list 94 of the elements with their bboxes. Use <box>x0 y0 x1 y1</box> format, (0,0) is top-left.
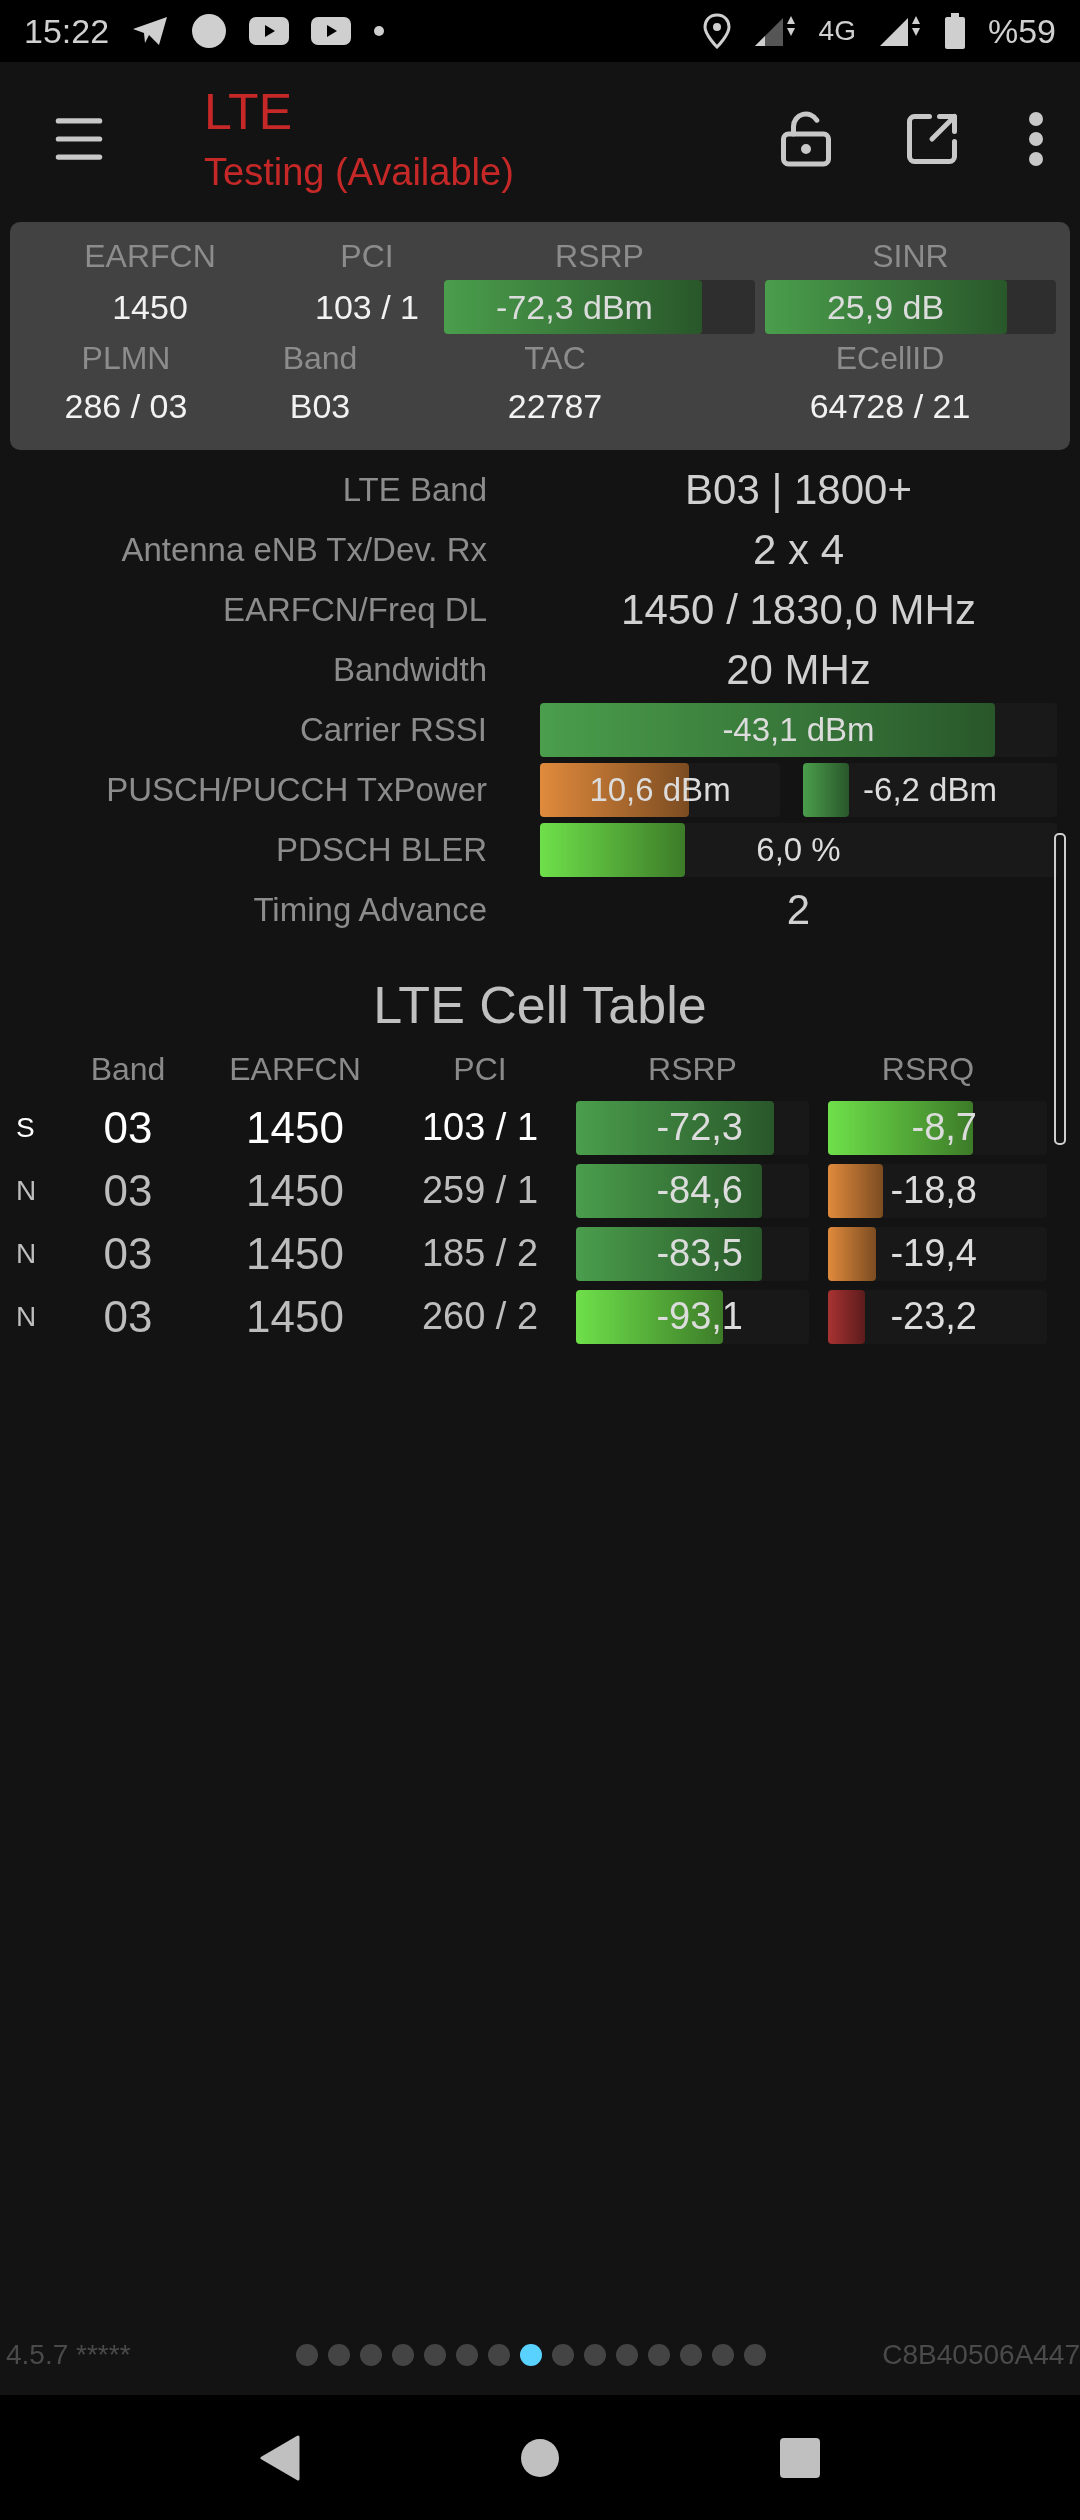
detail-label: PDSCH BLER <box>275 831 487 869</box>
column-header: EARFCN <box>228 1050 362 1089</box>
table-cell-text: 03 <box>102 1228 154 1280</box>
table-cell-text: 1450 <box>245 1228 345 1280</box>
dot-icon <box>373 25 386 37</box>
meter-reading: -72,3 dBm <box>495 286 654 328</box>
square-icon <box>779 2437 820 2478</box>
paper-plane-icon <box>131 15 170 47</box>
more-icon <box>1028 110 1044 167</box>
home-button[interactable] <box>521 2438 559 2477</box>
summary-value: 22787 <box>507 386 603 427</box>
detail-label: Carrier RSSI <box>298 711 487 749</box>
page-dot[interactable] <box>520 2344 543 2366</box>
location-icon <box>702 13 731 49</box>
back-button[interactable] <box>260 2434 301 2481</box>
table-cell-text: 103 / 1 <box>420 1105 540 1150</box>
page-dot[interactable] <box>360 2344 383 2366</box>
detail-label: Timing Advance <box>252 891 487 929</box>
detail-value: 20 MHz <box>725 646 872 694</box>
table-cell-text: 1450 <box>245 1291 345 1343</box>
circle-icon <box>521 2438 559 2477</box>
page-dot[interactable] <box>392 2344 415 2366</box>
detail-label: EARFCN/Freq DL <box>221 591 487 629</box>
table-cell-text: 03 <box>102 1165 154 1217</box>
summary-label: ECellID <box>835 339 945 378</box>
detail-value: 2 x 4 <box>751 526 846 574</box>
app-subtitle: Testing (Available) <box>204 149 514 194</box>
detail-label: PUSCH/PUCCH TxPower <box>105 771 487 809</box>
page-dot[interactable] <box>712 2344 735 2366</box>
cell-type: S <box>15 1111 36 1145</box>
summary-label: EARFCN <box>84 237 216 276</box>
page-dot[interactable] <box>584 2344 607 2366</box>
meter-reading: 6,0 % <box>755 830 842 870</box>
summary-label: SINR <box>872 237 949 276</box>
clock: 15:22 <box>24 11 110 51</box>
page-dot[interactable] <box>328 2344 351 2366</box>
summary-value: 103 / 1 <box>315 287 419 328</box>
play-icon <box>249 17 290 45</box>
page-dot[interactable] <box>744 2344 767 2366</box>
detail-value: 2 <box>785 886 812 934</box>
page-dot[interactable] <box>680 2344 703 2366</box>
summary-value: B03 <box>289 386 351 427</box>
meter-reading: -6,2 dBm <box>862 770 998 810</box>
meter-reading: -72,3 <box>655 1105 744 1150</box>
meter-reading: -19,4 <box>889 1231 978 1276</box>
network-type: 4G <box>818 15 856 47</box>
column-header: Band <box>89 1050 167 1089</box>
column-header: RSRP <box>647 1050 738 1089</box>
table-cell-text: 259 / 1 <box>420 1168 540 1213</box>
summary-value: 64728 / 21 <box>809 386 971 427</box>
battery-icon <box>943 13 966 49</box>
meter-reading: -18,8 <box>889 1168 978 1213</box>
table-cell-text: 1450 <box>245 1102 345 1154</box>
cell-type: N <box>15 1174 38 1208</box>
play-icon <box>311 17 352 45</box>
table-cell-text: 260 / 2 <box>420 1294 540 1339</box>
summary-label: PCI <box>340 237 394 276</box>
page-dot[interactable] <box>456 2344 479 2366</box>
detail-value: 1450 / 1830,0 MHz <box>620 586 977 634</box>
table-cell-text: 03 <box>102 1291 154 1343</box>
cell-type: N <box>15 1300 38 1334</box>
column-header: RSRQ <box>880 1050 976 1089</box>
page-dot[interactable] <box>648 2344 671 2366</box>
summary-label: TAC <box>524 339 586 378</box>
summary-value: 286 / 03 <box>64 386 188 427</box>
detail-label: LTE Band <box>341 471 487 509</box>
app-title: LTE <box>204 83 293 140</box>
circle-icon <box>191 13 228 49</box>
summary-label: PLMN <box>81 339 171 378</box>
table-cell-text: 1450 <box>245 1165 345 1217</box>
column-header: PCI <box>452 1050 508 1089</box>
page-dot[interactable] <box>424 2344 447 2366</box>
detail-value: B03 | 1800+ <box>684 466 913 514</box>
page-dot[interactable] <box>488 2344 511 2366</box>
meter-reading: -83,5 <box>655 1231 744 1276</box>
page-dot[interactable] <box>296 2344 319 2366</box>
summary-value: 1450 <box>112 287 188 328</box>
table-cell-text: 185 / 2 <box>420 1231 540 1276</box>
summary-label: RSRP <box>555 237 644 276</box>
table-cell-text: 03 <box>102 1102 154 1154</box>
detail-label: Bandwidth <box>331 651 487 689</box>
cell-type: N <box>15 1237 38 1271</box>
meter-reading: 25,9 dB <box>825 286 946 328</box>
meter-reading: -84,6 <box>655 1168 744 1213</box>
page-dot[interactable] <box>616 2344 639 2366</box>
page-dot[interactable] <box>552 2344 575 2366</box>
meter-reading: -23,2 <box>889 1294 978 1339</box>
battery-level: %59 <box>987 11 1056 51</box>
meter-reading: -43,1 dBm <box>721 710 876 750</box>
recents-button[interactable] <box>779 2437 820 2478</box>
triangle-icon <box>260 2434 301 2481</box>
detail-label: Antenna eNB Tx/Dev. Rx <box>120 531 487 569</box>
table-title: LTE Cell Table <box>372 975 708 1036</box>
summary-label: Band <box>282 339 358 378</box>
